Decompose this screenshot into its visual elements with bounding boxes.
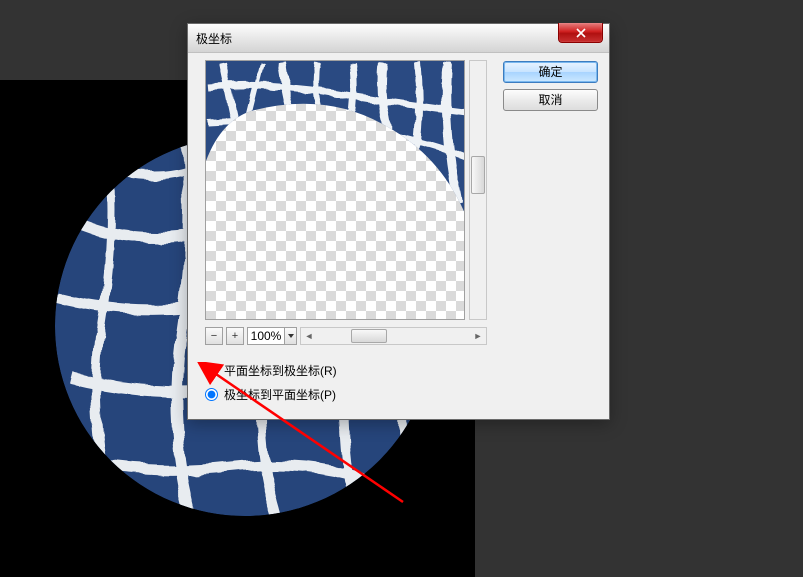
close-button[interactable] (558, 23, 603, 43)
chevron-down-icon (284, 328, 296, 344)
preview-image (206, 61, 465, 320)
zoom-value-text: 100% (251, 329, 282, 343)
cancel-button[interactable]: 取消 (503, 89, 598, 111)
radio-rect-to-polar[interactable] (205, 364, 218, 377)
vertical-scrollbar[interactable] (469, 60, 487, 320)
dialog-title: 极坐标 (196, 30, 232, 47)
option-polar-to-rect[interactable]: 极坐标到平面坐标(P) (205, 382, 337, 406)
zoom-value-dropdown[interactable]: 100% (247, 327, 297, 345)
preview-area[interactable] (205, 60, 465, 320)
scroll-left-arrow-icon[interactable]: ◄ (301, 328, 317, 344)
polar-coordinates-dialog: 极坐标 (187, 23, 610, 420)
ok-button[interactable]: 确定 (503, 61, 598, 83)
zoom-in-button[interactable]: + (226, 327, 244, 345)
option-rect-to-polar-label: 平面坐标到极坐标(R) (224, 362, 337, 379)
zoom-out-button[interactable]: − (205, 327, 223, 345)
zoom-controls: − + 100% ◄ ► (205, 326, 487, 346)
radio-polar-to-rect[interactable] (205, 388, 218, 401)
close-icon (576, 28, 586, 38)
dialog-body: − + 100% ◄ ► 平面坐标到极坐标(R) 极坐标到平面坐标(P) (188, 53, 609, 419)
option-polar-to-rect-label: 极坐标到平面坐标(P) (224, 386, 336, 403)
option-rect-to-polar[interactable]: 平面坐标到极坐标(R) (205, 358, 337, 382)
radio-options: 平面坐标到极坐标(R) 极坐标到平面坐标(P) (205, 358, 337, 406)
vertical-scroll-thumb[interactable] (471, 156, 485, 194)
dialog-titlebar[interactable]: 极坐标 (188, 24, 609, 53)
scroll-right-arrow-icon[interactable]: ► (470, 328, 486, 344)
horizontal-scrollbar[interactable]: ◄ ► (300, 327, 487, 345)
dialog-buttons: 确定 取消 (503, 61, 598, 111)
horizontal-scroll-thumb[interactable] (351, 329, 387, 343)
